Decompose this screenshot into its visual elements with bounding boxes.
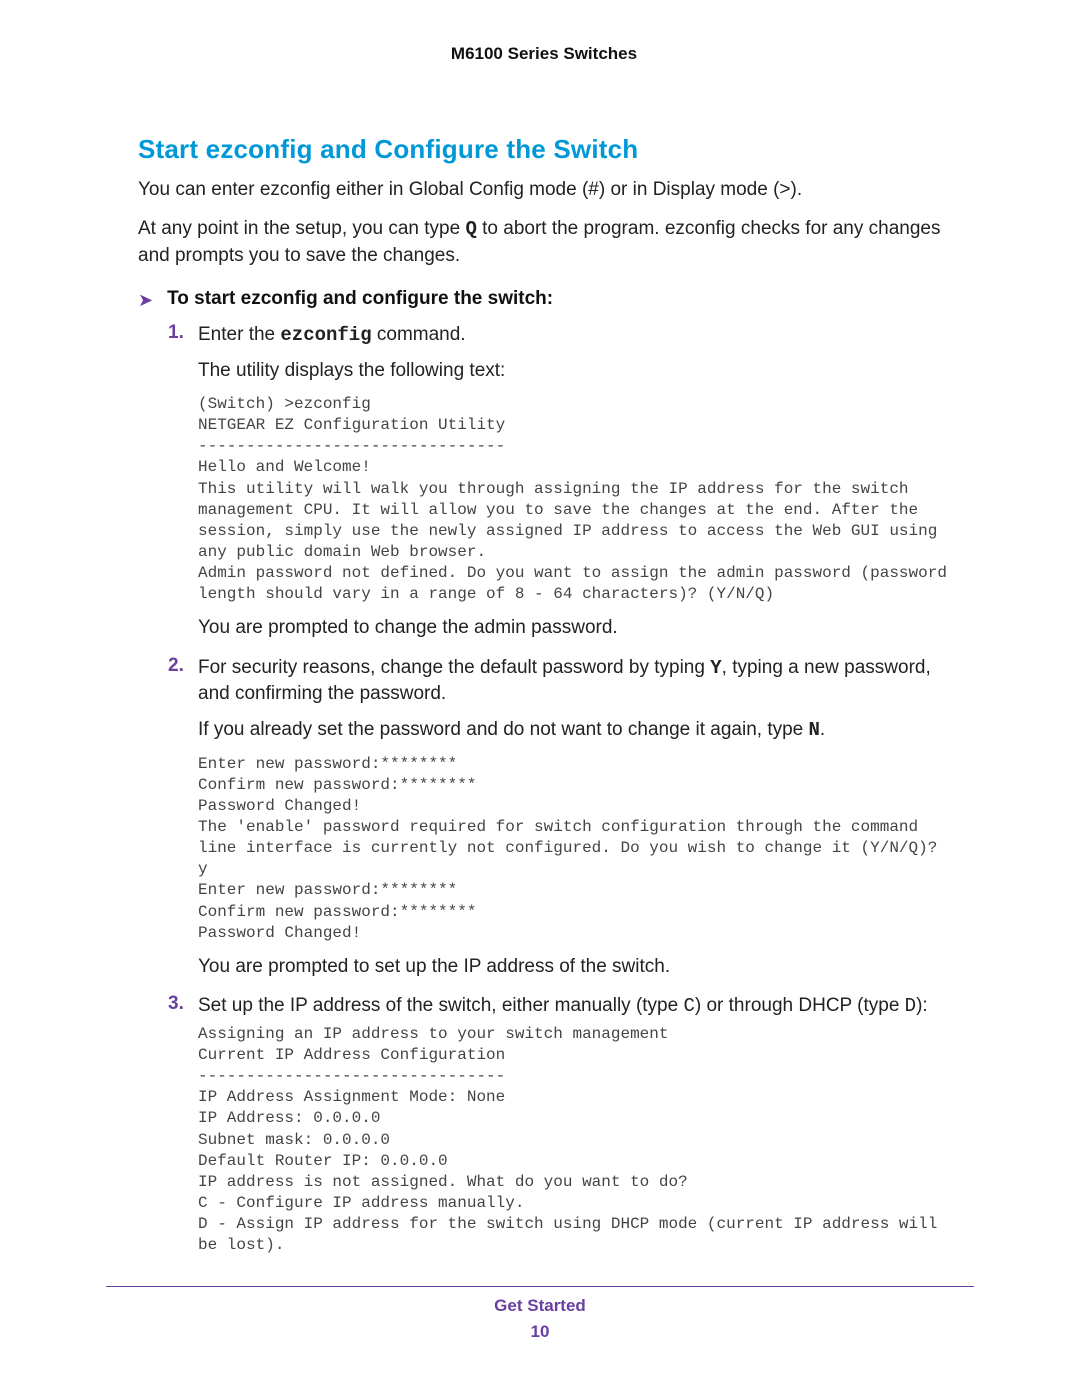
step-number: 3. <box>168 993 184 1015</box>
step-3-code1: C <box>683 995 694 1017</box>
running-header: M6100 Series Switches <box>138 44 950 64</box>
step-1-sub1: The utility displays the following text: <box>198 358 950 384</box>
step-2-text-a: For security reasons, change the default… <box>198 657 710 678</box>
step-3-text-b: ) or through DHCP (type <box>695 995 905 1016</box>
step-2-text: For security reasons, change the default… <box>198 655 950 707</box>
procedure-heading: ➤ To start ezconfig and configure the sw… <box>138 288 950 310</box>
step-2-sub1-b: . <box>820 719 825 740</box>
procedure-title: To start ezconfig and configure the swit… <box>167 288 553 310</box>
footer-page-number: 10 <box>531 1322 550 1341</box>
step-3: 3. Set up the IP address of the switch, … <box>168 993 950 1256</box>
page-footer: Get Started 10 <box>0 1296 1080 1342</box>
footer-label: Get Started <box>0 1296 1080 1316</box>
step-3-console: Assigning an IP address to your switch m… <box>198 1024 950 1256</box>
intro-para-2: At any point in the setup, you can type … <box>138 216 950 268</box>
step-1-text-b: command. <box>372 324 466 345</box>
step-1-text-a: Enter the <box>198 324 280 345</box>
step-2: 2. For security reasons, change the defa… <box>168 655 950 980</box>
step-2-sub1: If you already set the password and do n… <box>198 717 950 744</box>
step-3-text-a: Set up the IP address of the switch, eit… <box>198 995 683 1016</box>
step-2-sub2: You are prompted to set up the IP addres… <box>198 954 950 980</box>
step-2-console: Enter new password:******** Confirm new … <box>198 754 950 944</box>
step-3-text: Set up the IP address of the switch, eit… <box>198 993 950 1020</box>
step-2-code1: Y <box>710 657 721 679</box>
intro-para-1: You can enter ezconfig either in Global … <box>138 177 950 202</box>
step-number: 1. <box>168 322 184 344</box>
document-page: M6100 Series Switches Start ezconfig and… <box>0 0 1080 1397</box>
step-2-sub1-code: N <box>809 719 820 741</box>
intro-2a: At any point in the setup, you can type <box>138 218 465 239</box>
procedure-steps: 1. Enter the ezconfig command. The utili… <box>138 322 950 1256</box>
step-2-sub1-a: If you already set the password and do n… <box>198 719 809 740</box>
step-3-text-c: ): <box>916 995 928 1016</box>
step-number: 2. <box>168 655 184 677</box>
step-1-text: Enter the ezconfig command. <box>198 322 950 349</box>
step-3-code2: D <box>905 995 916 1017</box>
intro-2-code: Q <box>465 218 476 240</box>
chevron-right-icon: ➤ <box>138 291 153 309</box>
section-title: Start ezconfig and Configure the Switch <box>138 134 950 165</box>
step-1-console: (Switch) >ezconfig NETGEAR EZ Configurat… <box>198 394 950 605</box>
footer-rule <box>106 1286 974 1287</box>
step-1-sub2: You are prompted to change the admin pas… <box>198 615 950 641</box>
step-1-code: ezconfig <box>280 324 371 346</box>
step-1: 1. Enter the ezconfig command. The utili… <box>168 322 950 641</box>
